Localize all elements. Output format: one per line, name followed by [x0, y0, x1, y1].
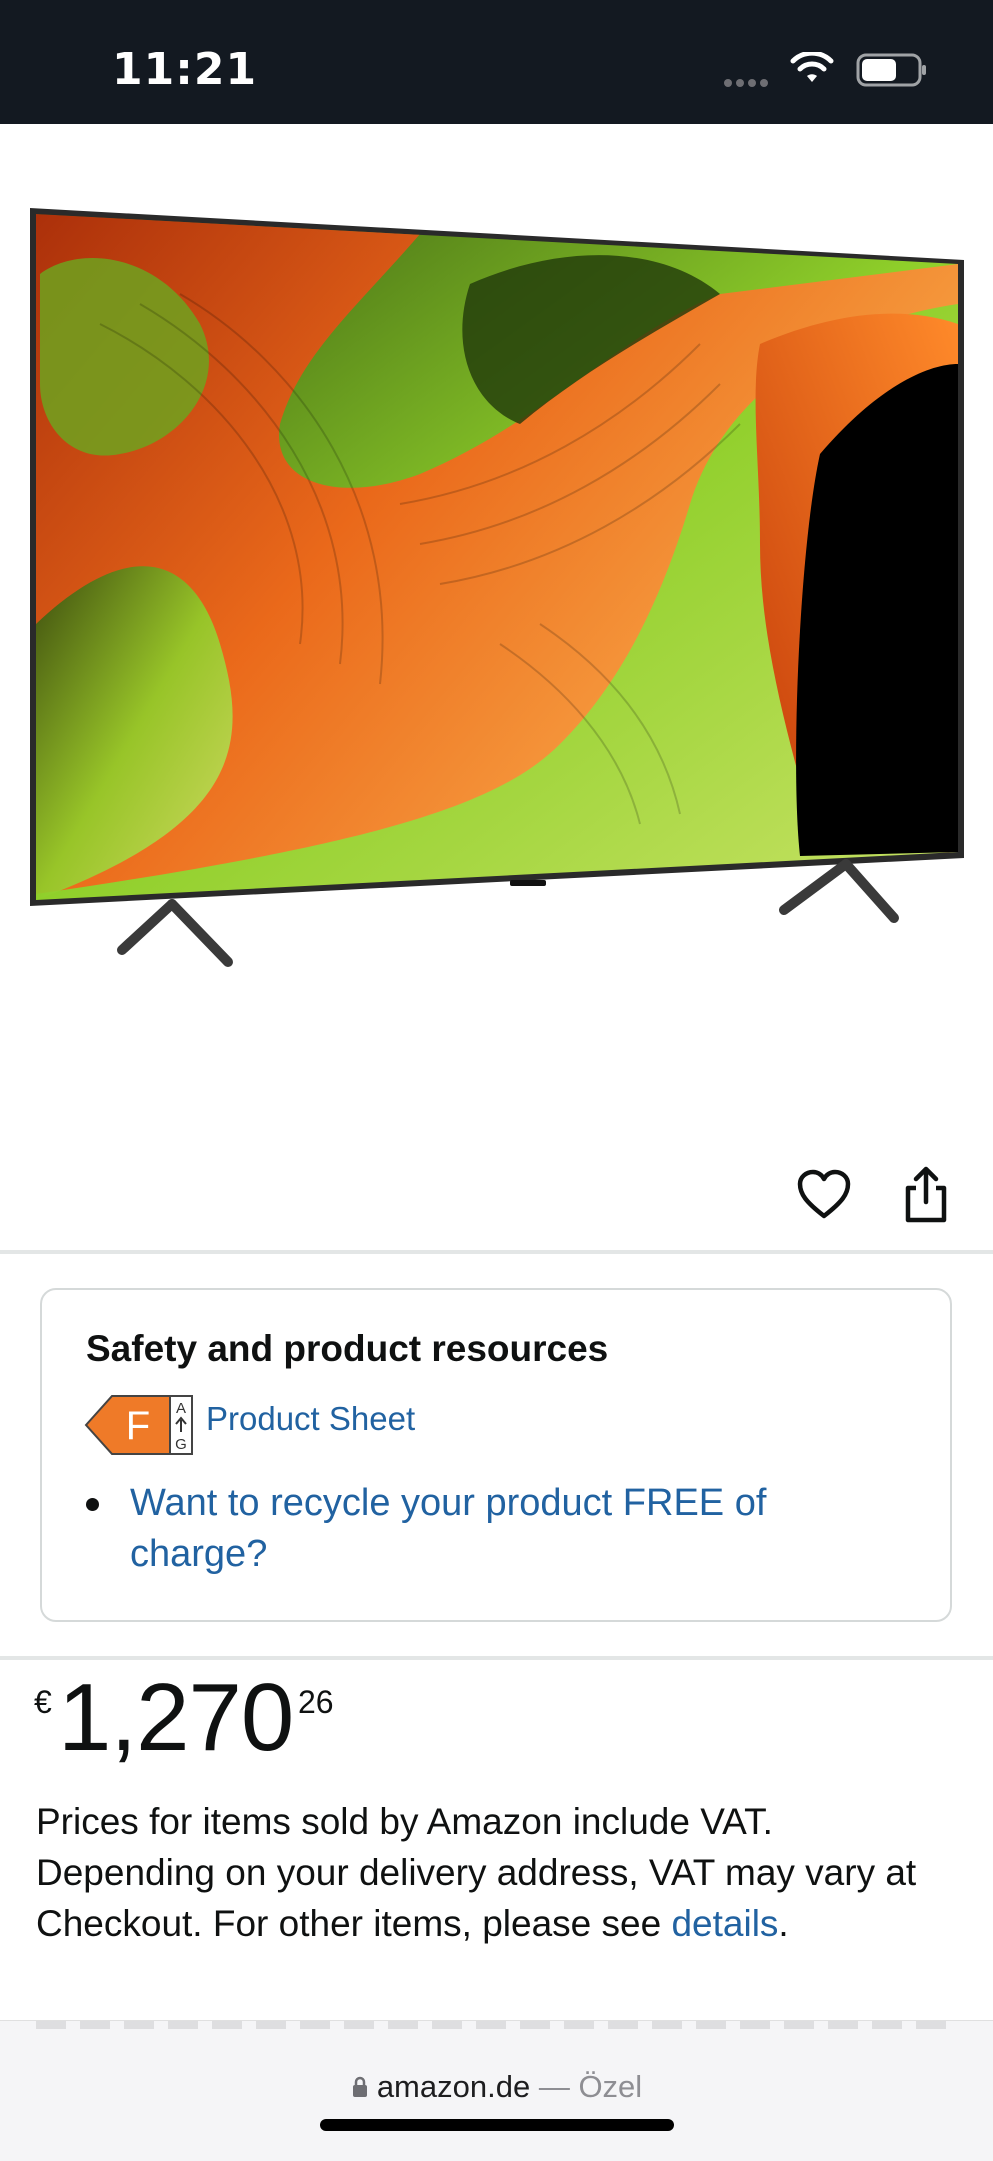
heart-icon[interactable] [796, 1168, 852, 1227]
url-domain: amazon.de [376, 2069, 531, 2104]
vat-suffix: . [778, 1903, 789, 1944]
section-divider [0, 1250, 993, 1254]
status-time: 11:21 [112, 44, 258, 95]
url-separator: — [530, 2069, 579, 2104]
safety-resources-card: Safety and product resources F A G Produ… [40, 1288, 952, 1622]
cellular-signal-icon [724, 74, 772, 92]
wifi-icon [790, 52, 834, 82]
price-currency: € [34, 1684, 52, 1720]
television-product-image[interactable] [0, 124, 993, 1144]
share-icon[interactable] [900, 1166, 952, 1229]
private-mode-label: Özel [578, 2069, 643, 2104]
price-fraction: 26 [298, 1684, 334, 1720]
recycle-link[interactable]: Want to recycle your product FREE of cha… [130, 1478, 906, 1580]
bullet-icon [86, 1498, 99, 1511]
status-bar: 11:21 [0, 0, 993, 124]
product-sheet-link[interactable]: Product Sheet [206, 1400, 415, 1438]
vat-details-link[interactable]: details [671, 1903, 778, 1944]
energy-class-letter: F [126, 1404, 150, 1448]
energy-scale-bottom: G [175, 1436, 187, 1453]
home-indicator[interactable] [320, 2119, 674, 2131]
lock-icon [352, 2076, 367, 2097]
energy-class-label[interactable]: F A G [84, 1394, 194, 1456]
battery-icon [856, 53, 926, 87]
energy-scale-top: A [176, 1400, 186, 1417]
section-divider [0, 1656, 993, 1660]
safety-resources-title: Safety and product resources [86, 1328, 609, 1369]
browser-url-bar[interactable]: amazon.de — Özel [0, 2020, 993, 2161]
address-row[interactable]: amazon.de — Özel [0, 2069, 993, 2105]
list-item: Want to recycle your product FREE of cha… [86, 1478, 906, 1580]
price-whole: 1,270 [58, 1664, 294, 1771]
truncated-content-edge [36, 2021, 956, 2029]
vat-notice: Prices for items sold by Amazon include … [36, 1796, 936, 1949]
